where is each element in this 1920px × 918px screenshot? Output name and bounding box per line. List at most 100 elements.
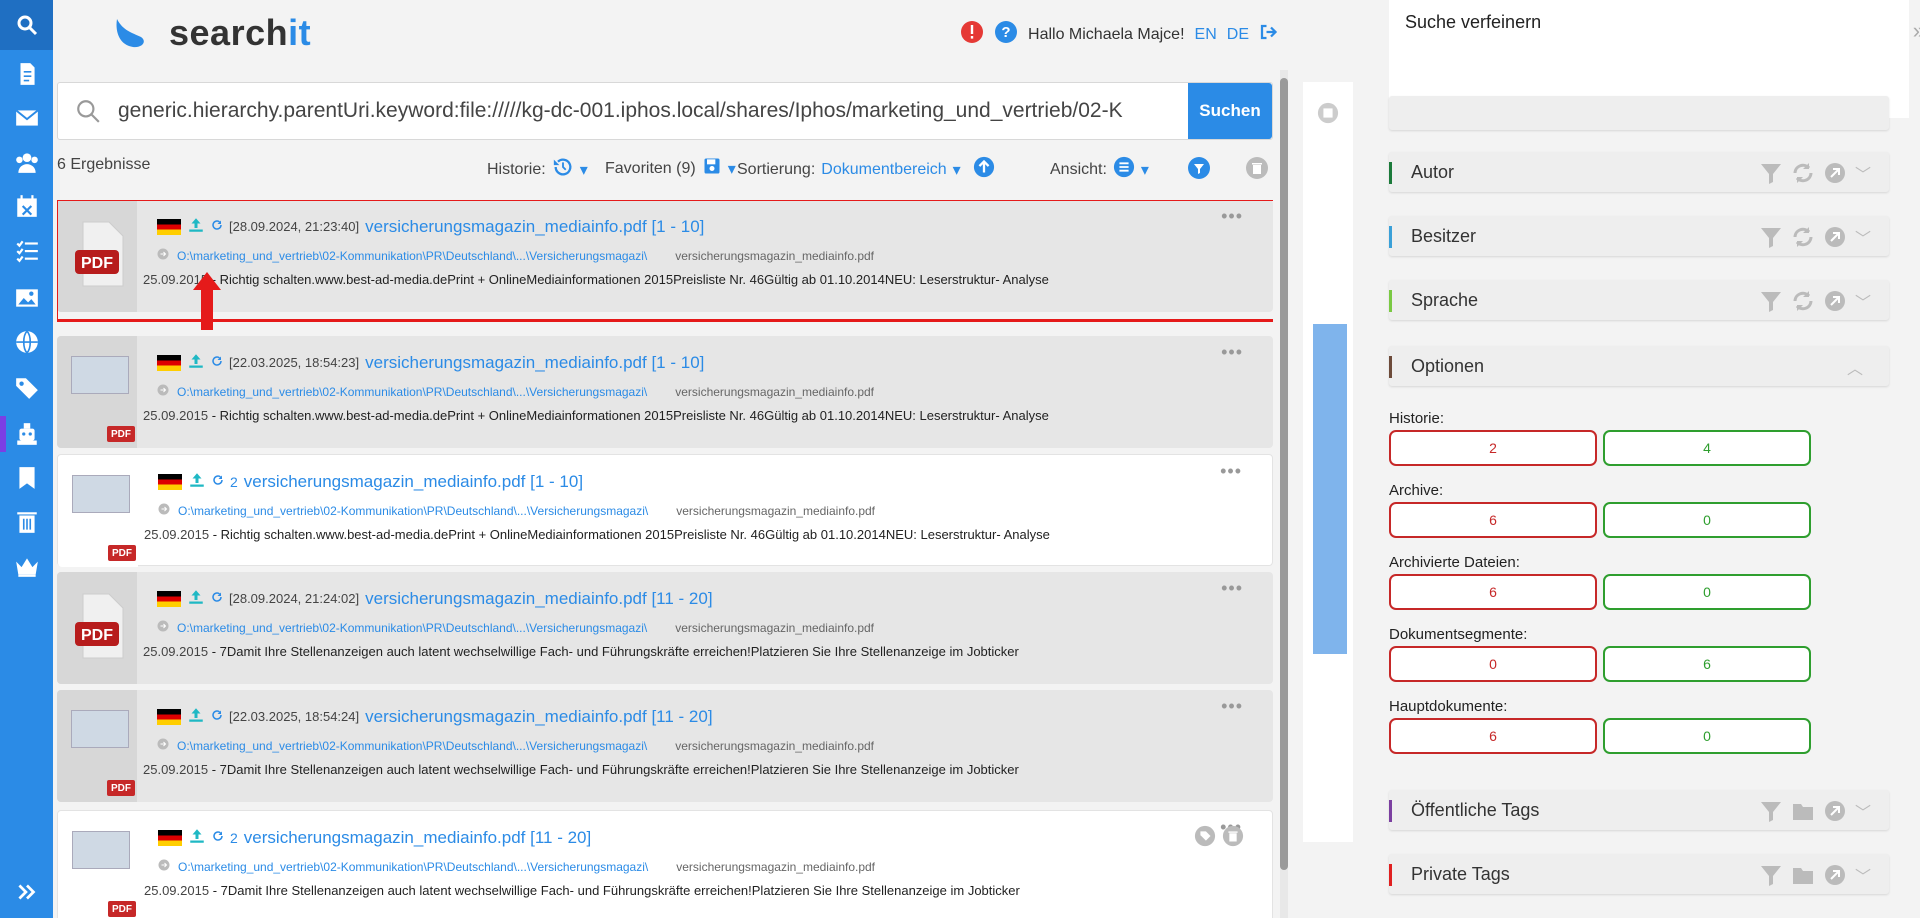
upload-icon[interactable] bbox=[187, 588, 205, 609]
result-item[interactable]: PDF [22.03.2025, 18:54:23] versicherungsma… bbox=[57, 336, 1273, 448]
mail-icon[interactable] bbox=[0, 98, 53, 138]
tag-icon[interactable] bbox=[1194, 825, 1216, 852]
scrollbar-thumb[interactable] bbox=[1280, 78, 1288, 870]
result-title-link[interactable]: versicherungsmagazin_mediainfo.pdf [1 - … bbox=[365, 353, 704, 373]
arrow-circle-icon[interactable] bbox=[1823, 289, 1847, 313]
chevron-up-icon[interactable]: ︿ bbox=[1847, 355, 1871, 379]
refresh-icon[interactable] bbox=[1791, 225, 1815, 249]
facet-autor[interactable]: Autor ﹀ bbox=[1389, 152, 1889, 192]
arrow-circle-icon[interactable] bbox=[1823, 863, 1847, 887]
result-thumbnail[interactable]: PDF bbox=[57, 336, 137, 448]
sort-dropdown[interactable]: Dokumentbereich bbox=[821, 161, 946, 179]
minimap-viewport[interactable] bbox=[1313, 324, 1347, 654]
result-title-link[interactable]: versicherungsmagazin_mediainfo.pdf [11 -… bbox=[365, 589, 712, 609]
more-options-icon[interactable]: ••• bbox=[1221, 342, 1243, 363]
result-thumbnail[interactable]: PDF bbox=[58, 811, 138, 918]
filter-icon[interactable] bbox=[1759, 161, 1783, 185]
expand-nav-icon[interactable] bbox=[0, 872, 53, 912]
result-item[interactable]: PDF [22.03.2025, 18:54:24] versicherungsma… bbox=[57, 690, 1273, 802]
document-icon[interactable] bbox=[0, 54, 53, 94]
trash-icon[interactable] bbox=[1222, 825, 1244, 852]
favorites-dropdown-icon[interactable]: ▾ bbox=[728, 159, 736, 179]
path-link[interactable]: O:\marketing_und_vertrieb\02-Kommunikati… bbox=[177, 621, 647, 635]
globe-icon[interactable] bbox=[0, 322, 53, 362]
folder-icon[interactable] bbox=[1791, 799, 1815, 823]
result-item[interactable]: PDF 2 versicherungsmagazin_mediainfo.pdf [… bbox=[57, 810, 1273, 918]
view-control[interactable]: Ansicht: ▾ bbox=[1050, 156, 1149, 183]
lang-de-link[interactable]: DE bbox=[1227, 26, 1249, 44]
save-icon[interactable] bbox=[702, 156, 722, 181]
users-icon[interactable] bbox=[0, 142, 53, 182]
chevron-down-icon[interactable]: ﹀ bbox=[1855, 863, 1871, 887]
history-control[interactable]: Historie: ▾ bbox=[487, 156, 588, 183]
chevron-down-icon[interactable]: ﹀ bbox=[1855, 225, 1871, 249]
path-link[interactable]: O:\marketing_und_vertrieb\02-Kommunikati… bbox=[177, 739, 647, 753]
more-options-icon[interactable]: ••• bbox=[1221, 696, 1243, 717]
nav-search-icon[interactable] bbox=[0, 0, 53, 50]
chevron-down-icon[interactable]: ﹀ bbox=[1855, 799, 1871, 823]
more-options-icon[interactable]: ••• bbox=[1220, 461, 1242, 482]
option-exclude-button[interactable]: 0 bbox=[1389, 646, 1597, 682]
refresh-icon[interactable] bbox=[1791, 289, 1815, 313]
list-icon[interactable] bbox=[0, 230, 53, 270]
calendar-icon[interactable] bbox=[0, 186, 53, 226]
option-include-button[interactable]: 0 bbox=[1603, 574, 1811, 610]
logout-icon[interactable] bbox=[1259, 23, 1278, 46]
history-icon[interactable] bbox=[552, 156, 574, 183]
result-thumbnail[interactable]: PDF bbox=[57, 690, 137, 802]
sort-control[interactable]: Sortierung: Dokumentbereich ▾ bbox=[737, 156, 995, 183]
facet-sprache[interactable]: Sprache ﹀ bbox=[1389, 280, 1889, 320]
upload-icon[interactable] bbox=[187, 352, 205, 373]
result-item[interactable]: PDF [28.09.2024, 21:24:02] versicherungsma… bbox=[57, 572, 1273, 684]
facet-optionen[interactable]: Optionen ︿ bbox=[1389, 346, 1889, 386]
filter-icon[interactable] bbox=[1759, 799, 1783, 823]
result-title-link[interactable]: versicherungsmagazin_mediainfo.pdf [11 -… bbox=[244, 828, 591, 848]
path-link[interactable]: O:\marketing_und_vertrieb\02-Kommunikati… bbox=[178, 860, 648, 874]
arrow-circle-icon[interactable] bbox=[1823, 799, 1847, 823]
search-button[interactable]: Suchen bbox=[1188, 83, 1272, 139]
robot-icon[interactable] bbox=[0, 414, 53, 454]
path-link[interactable]: O:\marketing_und_vertrieb\02-Kommunikati… bbox=[178, 504, 648, 518]
crown-icon[interactable] bbox=[0, 546, 53, 586]
upload-icon[interactable] bbox=[188, 827, 206, 848]
result-item[interactable]: PDF 2 versicherungsmagazin_mediainfo.pdf [… bbox=[57, 454, 1273, 567]
more-options-icon[interactable]: ••• bbox=[1221, 578, 1243, 599]
filter-icon[interactable] bbox=[1759, 289, 1783, 313]
logo[interactable]: searchit bbox=[113, 12, 311, 54]
favorites-control[interactable]: Favoriten (9) ▾ bbox=[605, 156, 736, 181]
filter-icon[interactable] bbox=[1759, 863, 1783, 887]
tags-icon[interactable] bbox=[0, 368, 53, 408]
trash-icon[interactable] bbox=[0, 502, 53, 542]
facet-private-tags[interactable]: Private Tags ﹀ bbox=[1389, 854, 1889, 894]
option-include-button[interactable]: 0 bbox=[1603, 718, 1811, 754]
sort-direction-icon[interactable] bbox=[973, 156, 995, 183]
image-icon[interactable] bbox=[0, 278, 53, 318]
result-title-link[interactable]: versicherungsmagazin_mediainfo.pdf [11 -… bbox=[365, 707, 712, 727]
delete-all-icon[interactable] bbox=[1245, 156, 1269, 180]
alert-icon[interactable] bbox=[960, 20, 984, 49]
view-dropdown-icon[interactable]: ▾ bbox=[1141, 160, 1149, 180]
help-icon[interactable]: ? bbox=[994, 20, 1018, 49]
facet-hidden[interactable] bbox=[1389, 96, 1889, 130]
result-title-link[interactable]: versicherungsmagazin_mediainfo.pdf [1 - … bbox=[244, 472, 583, 492]
history-dropdown-icon[interactable]: ▾ bbox=[580, 160, 588, 180]
option-exclude-button[interactable]: 6 bbox=[1389, 718, 1597, 754]
folder-icon[interactable] bbox=[1791, 863, 1815, 887]
option-exclude-button[interactable]: 6 bbox=[1389, 502, 1597, 538]
arrow-circle-icon[interactable] bbox=[1823, 225, 1847, 249]
result-thumbnail[interactable]: PDF bbox=[58, 455, 138, 567]
refresh-icon[interactable] bbox=[1791, 161, 1815, 185]
calendar-check-icon[interactable] bbox=[1317, 102, 1339, 129]
upload-icon[interactable] bbox=[188, 471, 206, 492]
search-input[interactable] bbox=[118, 99, 1188, 123]
path-link[interactable]: O:\marketing_und_vertrieb\02-Kommunikati… bbox=[177, 385, 647, 399]
option-include-button[interactable]: 4 bbox=[1603, 430, 1811, 466]
bookmark-icon[interactable] bbox=[0, 458, 53, 498]
list-view-icon[interactable] bbox=[1113, 156, 1135, 183]
results-scrollbar[interactable] bbox=[1280, 70, 1288, 918]
lang-en-link[interactable]: EN bbox=[1195, 26, 1217, 44]
chevron-down-icon[interactable]: ﹀ bbox=[1855, 289, 1871, 313]
arrow-circle-icon[interactable] bbox=[1823, 161, 1847, 185]
filter-icon[interactable] bbox=[1187, 156, 1211, 180]
option-include-button[interactable]: 6 bbox=[1603, 646, 1811, 682]
